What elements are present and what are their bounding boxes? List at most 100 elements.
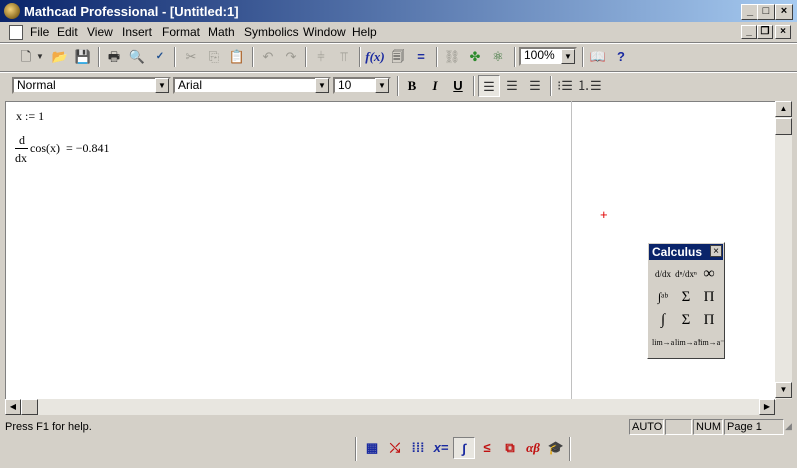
insert-hyperlink-icon[interactable]: ⛓ — [441, 46, 463, 68]
calculus-toolbar-icon[interactable]: ∫ — [453, 437, 475, 459]
doc-close-button[interactable]: × — [775, 25, 791, 39]
mathcad-app-icon[interactable] — [4, 3, 20, 19]
derivative-expression[interactable]: cos(x) — [30, 141, 60, 156]
align-right-icon[interactable]: ☰ — [524, 75, 546, 97]
menu-help[interactable]: Help — [352, 25, 377, 39]
left-limit-button[interactable]: lim→a⁻ — [698, 332, 724, 354]
toolbar-separator — [98, 47, 100, 67]
right-limit-button[interactable]: lim→a⁺ — [675, 332, 701, 354]
status-help-text: Press F1 for help. — [5, 421, 92, 433]
status-num: NUM — [693, 419, 723, 435]
horizontal-scroll-thumb[interactable] — [21, 399, 38, 415]
cut-icon[interactable]: ✂ — [180, 46, 202, 68]
toolbar-separator — [569, 437, 571, 461]
definition-region[interactable]: x := 1 — [16, 109, 44, 124]
toolbar-separator — [359, 47, 361, 67]
resource-center-icon[interactable]: ⚛ — [487, 46, 509, 68]
menu-window[interactable]: Window — [303, 25, 346, 39]
menu-math[interactable]: Math — [208, 25, 235, 39]
menu-insert[interactable]: Insert — [122, 25, 152, 39]
toolbar-separator — [355, 437, 357, 461]
derivative-button[interactable]: d/dx — [652, 263, 674, 285]
close-icon[interactable]: × — [710, 245, 722, 257]
italic-button[interactable]: I — [424, 75, 446, 97]
insert-component-icon[interactable]: ✤ — [464, 46, 486, 68]
fraction-bar — [15, 148, 28, 149]
menu-edit[interactable]: Edit — [57, 25, 78, 39]
print-icon[interactable]: 🖶 — [103, 46, 125, 68]
resource-book-icon[interactable]: 📖 — [587, 46, 609, 68]
underline-button[interactable]: U — [447, 75, 469, 97]
scroll-right-icon[interactable]: ▶ — [759, 399, 775, 415]
size-grip-icon[interactable]: ◢ — [785, 421, 795, 433]
numbered-list-icon[interactable]: ⒈☰ — [577, 75, 602, 97]
range-product-button[interactable]: Π — [698, 309, 720, 331]
matrix-toolbar-icon[interactable]: ⁞⁞⁞ — [407, 437, 429, 459]
doc-minimize-button[interactable]: _ — [741, 25, 757, 39]
chevron-down-icon[interactable]: ▼ — [155, 78, 169, 93]
align-center-icon[interactable]: ☰ — [501, 75, 523, 97]
align-left-icon[interactable]: ☰ — [478, 75, 500, 97]
align-across-icon[interactable]: ⫩ — [310, 46, 332, 68]
menu-symbolics[interactable]: Symbolics — [244, 25, 299, 39]
undo-icon[interactable]: ↶ — [257, 46, 279, 68]
insert-unit-icon[interactable]: 🗐 — [387, 46, 409, 68]
spell-check-icon[interactable]: ✓ — [149, 46, 171, 68]
scroll-up-icon[interactable]: ▲ — [775, 101, 792, 117]
definite-integral-button[interactable]: ∫ᵃᵇ — [652, 286, 674, 308]
menu-bar — [0, 22, 797, 42]
vertical-scroll-thumb[interactable] — [775, 118, 792, 135]
limit-button[interactable]: lim→a — [652, 332, 674, 354]
font-select[interactable]: Arial — [173, 77, 331, 94]
toolbar-separator — [582, 47, 584, 67]
open-folder-icon[interactable]: 📂 — [49, 46, 71, 68]
greek-toolbar-icon[interactable]: αβ — [522, 437, 544, 459]
chevron-down-icon[interactable]: ▼ — [375, 78, 389, 93]
insert-function-icon[interactable]: f(x) — [364, 46, 386, 68]
status-mode: AUTO — [629, 419, 664, 435]
toolbar-separator — [252, 47, 254, 67]
save-icon[interactable]: 💾 — [72, 46, 94, 68]
horizontal-scrollbar[interactable] — [5, 399, 775, 415]
graph-toolbar-icon[interactable]: ⤯ — [384, 437, 406, 459]
chevron-down-icon[interactable]: ▼ — [315, 78, 329, 93]
chevron-down-icon[interactable]: ▼ — [561, 49, 575, 64]
menu-view[interactable]: View — [87, 25, 113, 39]
nth-derivative-button[interactable]: dⁿ/dxⁿ — [675, 263, 697, 285]
new-dropdown-icon[interactable]: ▼ — [34, 46, 46, 68]
align-down-icon[interactable]: ⫪ — [333, 46, 355, 68]
redo-icon[interactable]: ↷ — [280, 46, 302, 68]
indefinite-integral-button[interactable]: ∫ — [652, 309, 674, 331]
toolbar-separator — [174, 47, 176, 67]
menu-format[interactable]: Format — [162, 25, 200, 39]
toolbar-separator — [436, 47, 438, 67]
product-button[interactable]: Π — [698, 286, 720, 308]
document-icon[interactable] — [9, 25, 23, 40]
symbolic-toolbar-icon[interactable]: 🎓 — [545, 437, 567, 459]
calculate-icon[interactable]: = — [410, 46, 432, 68]
programming-toolbar-icon[interactable]: ⧉ — [499, 437, 521, 459]
boolean-toolbar-icon[interactable]: ≤ — [476, 437, 498, 459]
derivative-denominator: dx — [15, 151, 27, 165]
scroll-down-icon[interactable]: ▼ — [775, 382, 792, 398]
maximize-button[interactable]: □ — [757, 4, 775, 20]
bold-button[interactable]: B — [401, 75, 423, 97]
bullet-list-icon[interactable]: ⁝☰ — [554, 75, 576, 97]
vertical-scrollbar[interactable] — [775, 101, 792, 399]
range-sum-button[interactable]: Σ — [675, 309, 697, 331]
scroll-left-icon[interactable]: ◀ — [5, 399, 21, 415]
menu-file[interactable]: File — [30, 25, 49, 39]
summation-button[interactable]: Σ — [675, 286, 697, 308]
page-margin-line — [571, 101, 572, 399]
print-preview-icon[interactable]: 🔍 — [126, 46, 148, 68]
help-icon[interactable]: ? — [610, 46, 632, 68]
paste-icon[interactable]: 📋 — [226, 46, 248, 68]
derivative-result[interactable]: = −0.841 — [66, 141, 110, 156]
doc-restore-button[interactable]: ❐ — [757, 25, 773, 39]
style-select[interactable]: Normal — [12, 77, 171, 94]
copy-icon[interactable]: ⎘ — [203, 46, 225, 68]
calculator-toolbar-icon[interactable]: ▦ — [361, 437, 383, 459]
close-button[interactable]: × — [775, 4, 793, 20]
evaluation-toolbar-icon[interactable]: x= — [430, 437, 452, 459]
infinity-button[interactable]: ∞ — [698, 263, 720, 285]
